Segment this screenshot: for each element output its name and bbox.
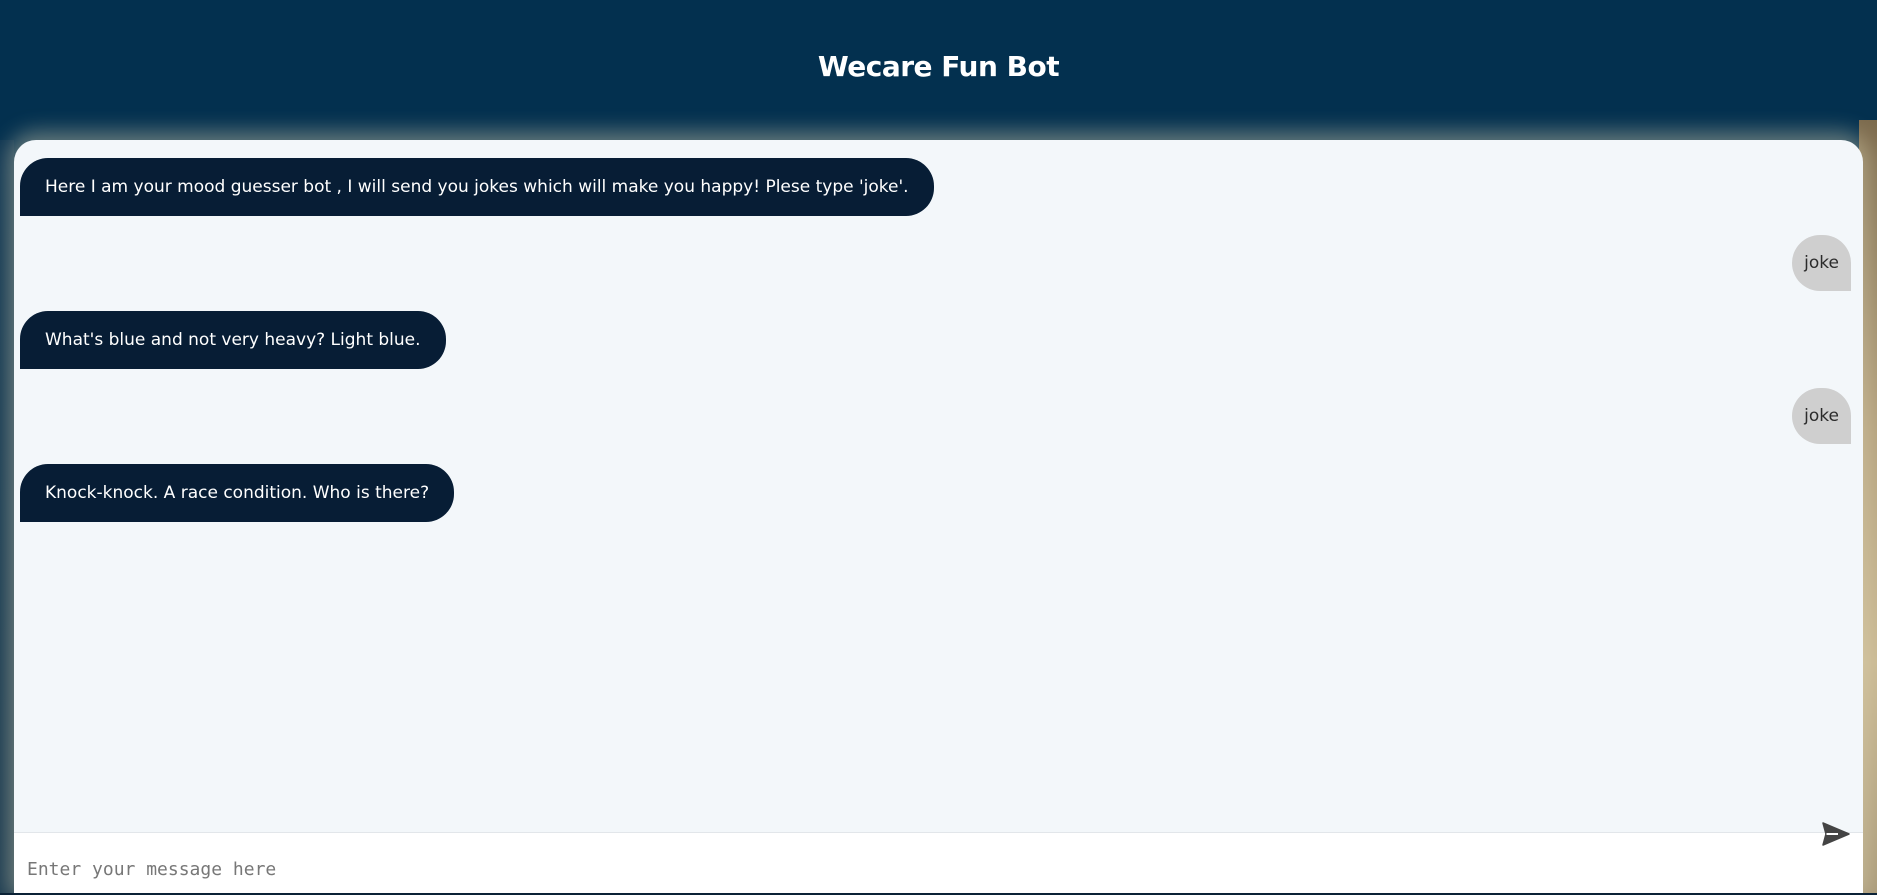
message-text: joke [1804, 253, 1839, 273]
send-icon [1822, 822, 1850, 846]
app-window: Wecare Fun Bot Here I am your mood guess… [0, 0, 1877, 895]
header: Wecare Fun Bot [0, 0, 1877, 135]
message-text: What's blue and not very heavy? Light bl… [45, 330, 421, 350]
user-message: joke [1792, 235, 1851, 291]
bot-message: Knock-knock. A race condition. Who is th… [20, 464, 455, 522]
bot-message: What's blue and not very heavy? Light bl… [20, 311, 446, 369]
message-text: Knock-knock. A race condition. Who is th… [45, 483, 430, 503]
message-input[interactable] [14, 833, 1794, 893]
chat-panel: Here I am your mood guesser bot , I will… [14, 140, 1863, 893]
message-text: joke [1804, 406, 1839, 426]
send-button[interactable] [1821, 819, 1851, 849]
message-list[interactable]: Here I am your mood guesser bot , I will… [14, 140, 1863, 833]
composer-bar [14, 822, 1863, 893]
bot-message: Here I am your mood guesser bot , I will… [20, 158, 934, 216]
user-message: joke [1792, 388, 1851, 444]
page-title: Wecare Fun Bot [817, 49, 1060, 83]
message-text: Here I am your mood guesser bot , I will… [45, 177, 909, 197]
left-edge-shadow [0, 140, 14, 895]
